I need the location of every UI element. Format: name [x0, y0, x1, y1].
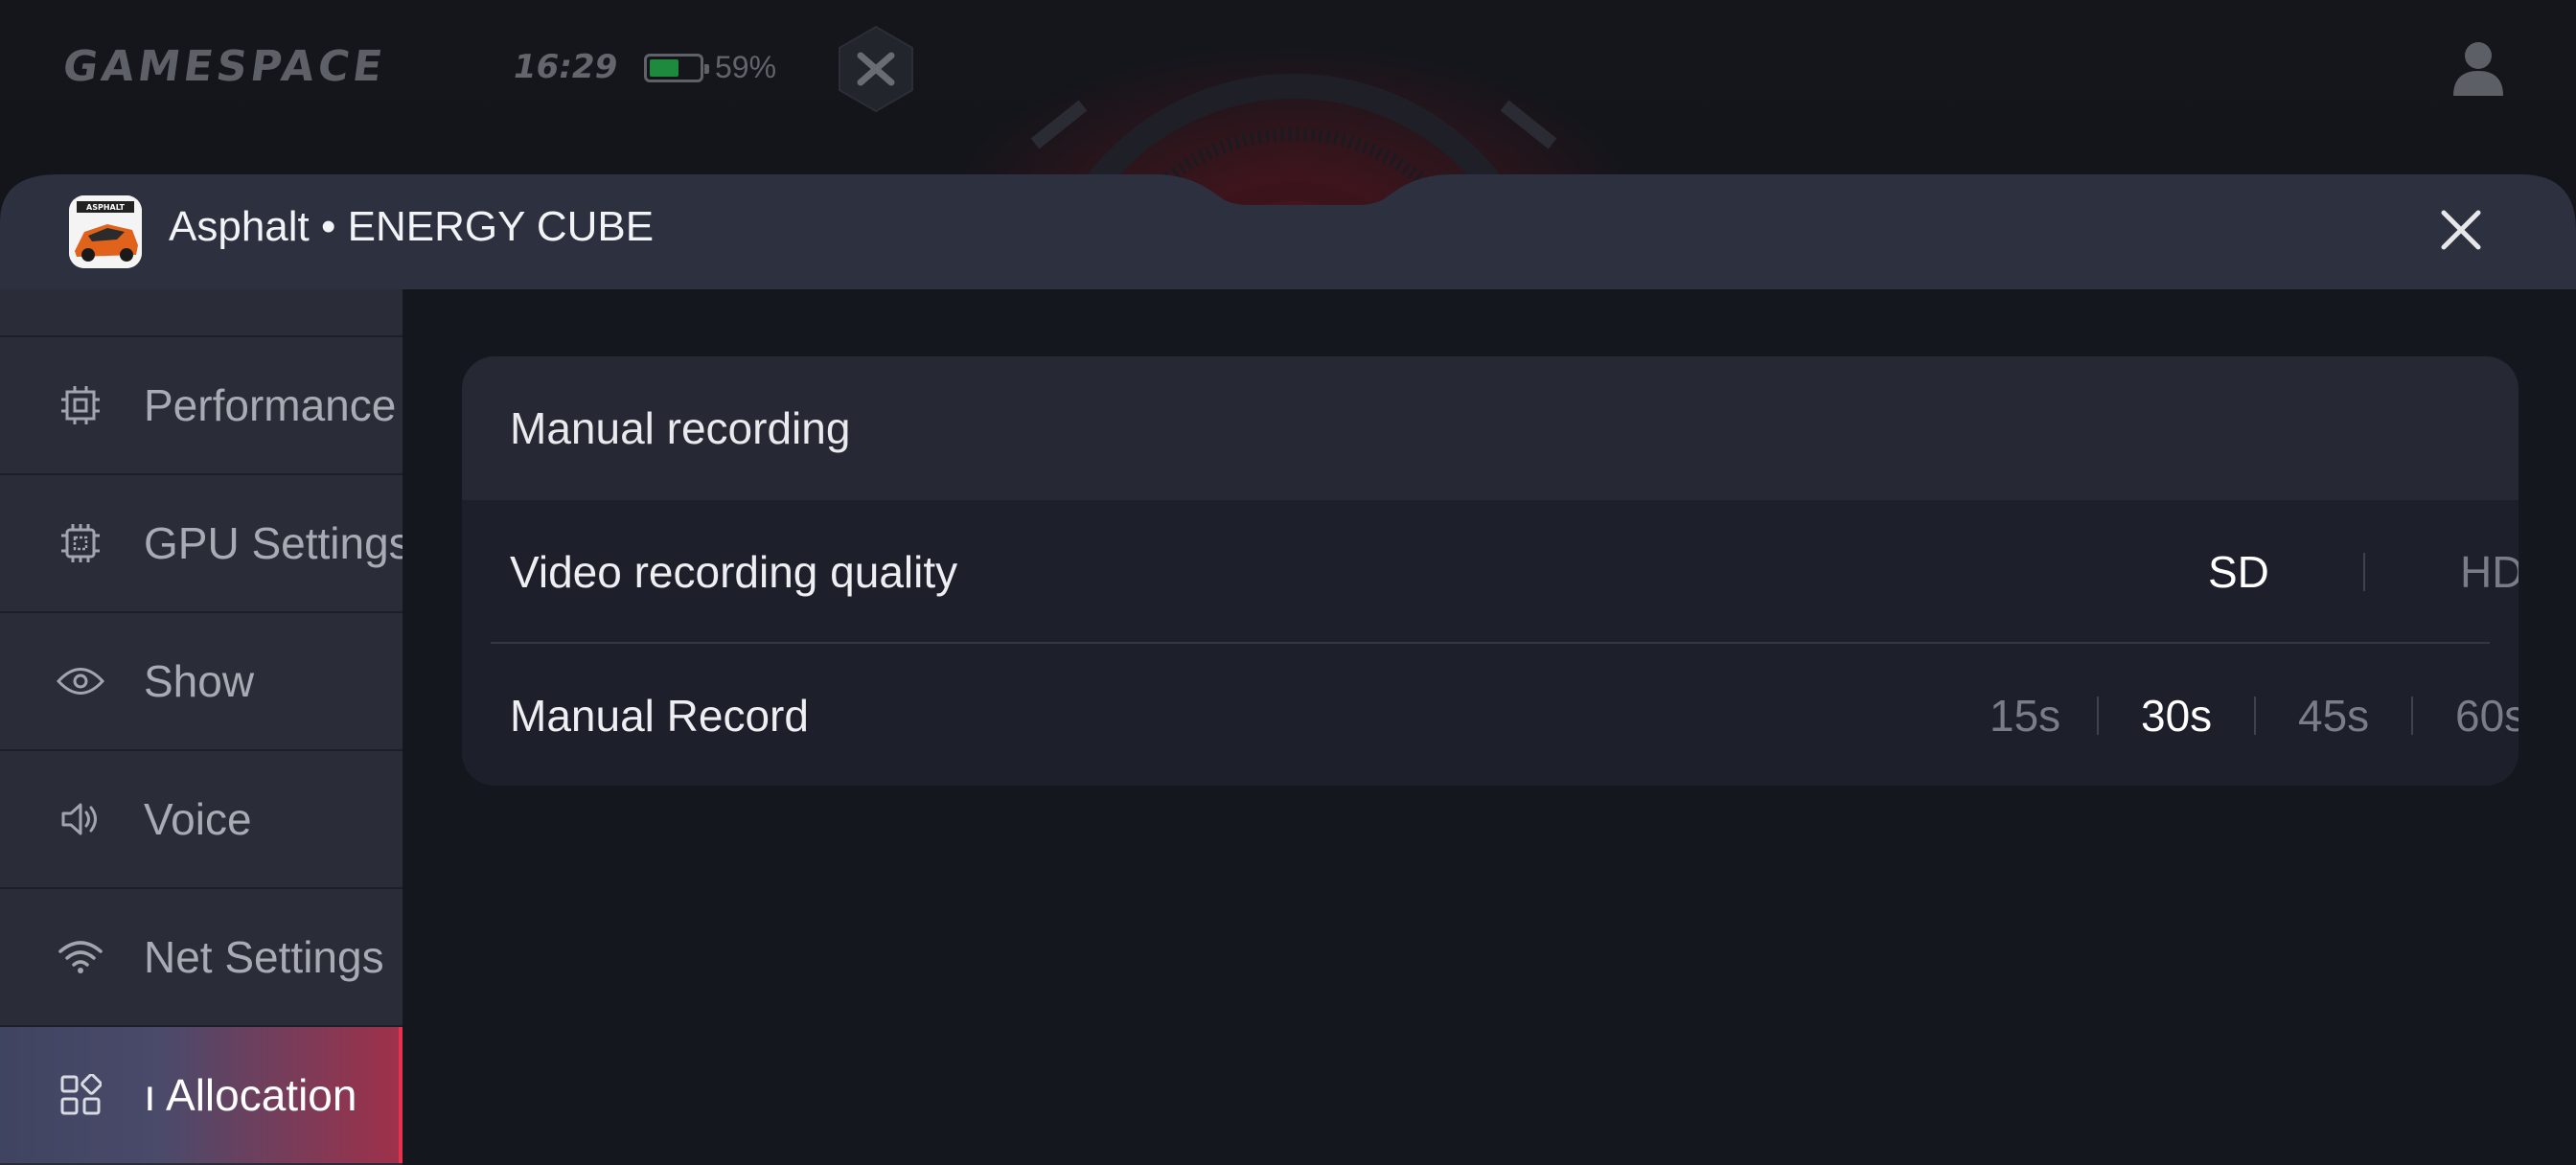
duration-option-45s[interactable]: 45s — [2298, 690, 2369, 742]
cpu-chip-icon — [54, 378, 107, 432]
option-separator — [2363, 553, 2365, 591]
sidebar-item-label: GPU Settings — [144, 518, 402, 568]
manual-recording-card: Manual recording Video recording quality… — [462, 356, 2518, 786]
video-quality-label: Video recording quality — [510, 547, 958, 597]
sidebar-item-label: Voice — [144, 794, 252, 844]
eye-icon — [54, 654, 107, 708]
sidebar-item-label: ı Allocation — [144, 1070, 357, 1120]
card-header: Manual recording — [462, 356, 2518, 500]
quality-option-hd[interactable]: HD — [2460, 546, 2518, 598]
asphalt-car-icon: ASPHALT — [69, 195, 142, 268]
settings-sidebar: Performance GPU Settings Show Voice Net … — [0, 289, 402, 1165]
grid-apps-icon — [54, 1068, 107, 1122]
sidebar-item-allocation[interactable]: ı Allocation — [0, 1025, 402, 1163]
card-title: Manual recording — [510, 403, 851, 453]
sidebar-item-label: Net Settings — [144, 932, 384, 982]
manual-record-row: Manual Record 15s 30s 45s 60s — [462, 644, 2518, 786]
option-separator — [2411, 697, 2413, 735]
sidebar-item-show[interactable]: Show — [0, 611, 402, 749]
app-icon: ASPHALT — [69, 195, 142, 268]
quality-option-sd[interactable]: SD — [2208, 546, 2269, 598]
speaker-icon — [54, 792, 107, 846]
duration-option-60s[interactable]: 60s — [2455, 690, 2518, 742]
sidebar-item-voice[interactable]: Voice — [0, 749, 402, 887]
settings-content: Manual recording Video recording quality… — [402, 289, 2576, 1165]
duration-option-15s[interactable]: 15s — [1990, 690, 2060, 742]
close-icon — [2441, 210, 2481, 250]
sidebar-item-performance[interactable]: Performance — [0, 335, 402, 473]
manual-record-label: Manual Record — [510, 691, 809, 741]
option-separator — [2254, 697, 2256, 735]
sidebar-item-gpu-settings[interactable]: GPU Settings — [0, 473, 402, 611]
duration-option-30s[interactable]: 30s — [2141, 690, 2212, 742]
sidebar-item-net-settings[interactable]: Net Settings — [0, 887, 402, 1025]
sidebar-item-label: Performance — [144, 380, 397, 430]
panel-title: Asphalt • ENERGY CUBE — [169, 203, 655, 250]
sidebar-item-label: Show — [144, 656, 255, 706]
gpu-chip-icon — [54, 516, 107, 570]
close-button[interactable] — [2430, 199, 2492, 261]
video-quality-row: Video recording quality SD HD — [462, 500, 2518, 644]
svg-text:ASPHALT: ASPHALT — [86, 203, 125, 212]
option-separator — [2097, 697, 2099, 735]
wifi-icon — [54, 930, 107, 984]
